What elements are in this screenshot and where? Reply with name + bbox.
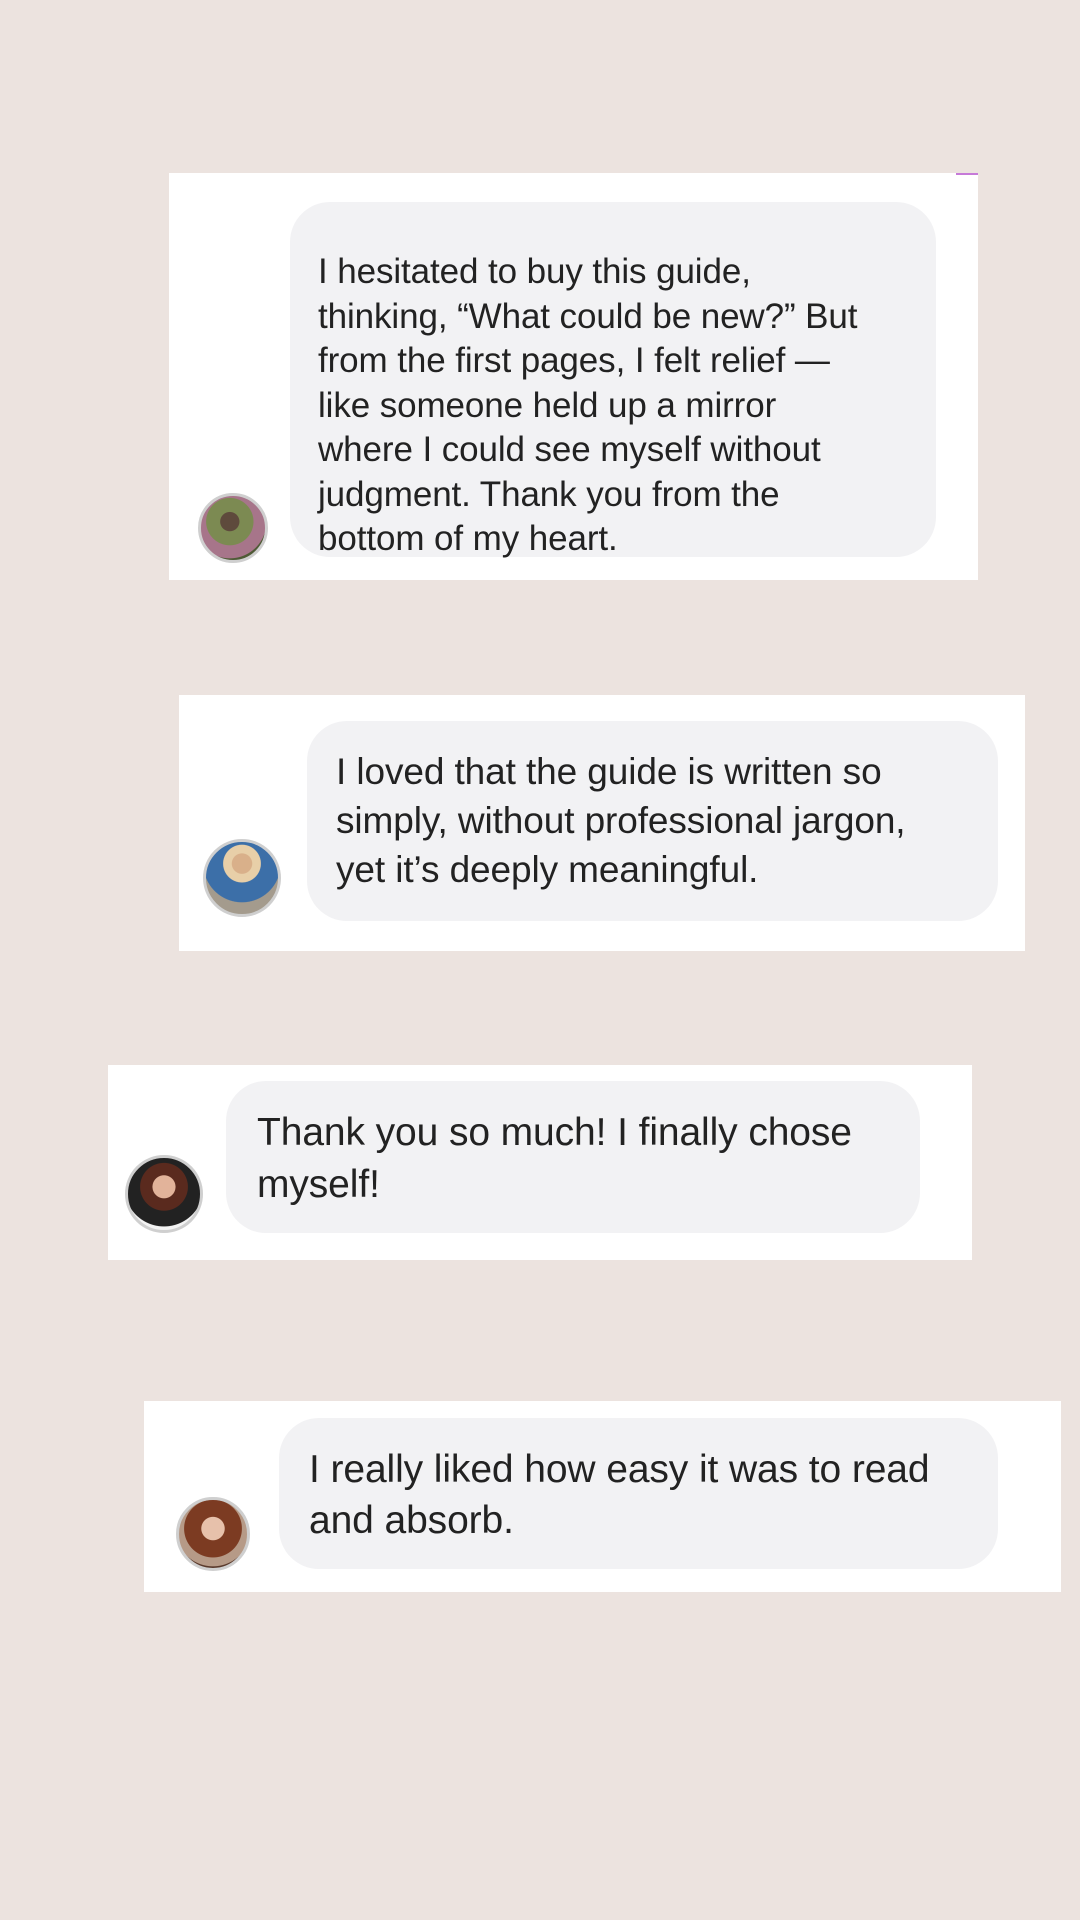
accent-mark [956, 173, 978, 175]
message-line: I hesitated to buy this guide, [318, 252, 751, 291]
message-bubble: Thank you so much! I finally chose mysel… [226, 1081, 920, 1233]
message-line: I really liked how easy it was to read [309, 1448, 930, 1491]
user-avatar-icon[interactable] [198, 493, 268, 563]
review-card: I loved that the guide is written so sim… [179, 695, 1025, 951]
message-line: where I could see myself without [318, 430, 821, 469]
message-line: thinking, “What could be new?” But [318, 296, 858, 336]
message-line: I loved that the guide is written so [336, 751, 882, 792]
user-avatar-icon[interactable] [203, 839, 281, 917]
message-line: myself! [257, 1163, 380, 1206]
message-line: and absorb. [309, 1499, 514, 1542]
user-avatar-icon[interactable] [176, 1497, 250, 1571]
message-line: yet it’s deeply meaningful. [336, 849, 759, 890]
message-bubble: I really liked how easy it was to read a… [279, 1418, 998, 1569]
message-line: simply, without professional jargon, [336, 800, 906, 841]
message-line: judgment. Thank you from the [318, 474, 780, 514]
message-bubble: I hesitated to buy this guide, thinking,… [290, 202, 936, 558]
review-card: Thank you so much! I finally chose mysel… [108, 1065, 972, 1260]
review-card: I hesitated to buy this guide, thinking,… [169, 173, 978, 580]
message-line: from the first pages, I felt relief — [318, 341, 830, 380]
user-avatar-icon[interactable] [125, 1155, 203, 1233]
message-bubble: I loved that the guide is written so sim… [307, 721, 998, 921]
message-line: Thank you so much! I finally chose [257, 1111, 852, 1154]
message-line: like someone held up a mirror [318, 385, 777, 425]
message-line: bottom of my heart. [318, 519, 618, 558]
review-card: I really liked how easy it was to read a… [144, 1401, 1061, 1592]
